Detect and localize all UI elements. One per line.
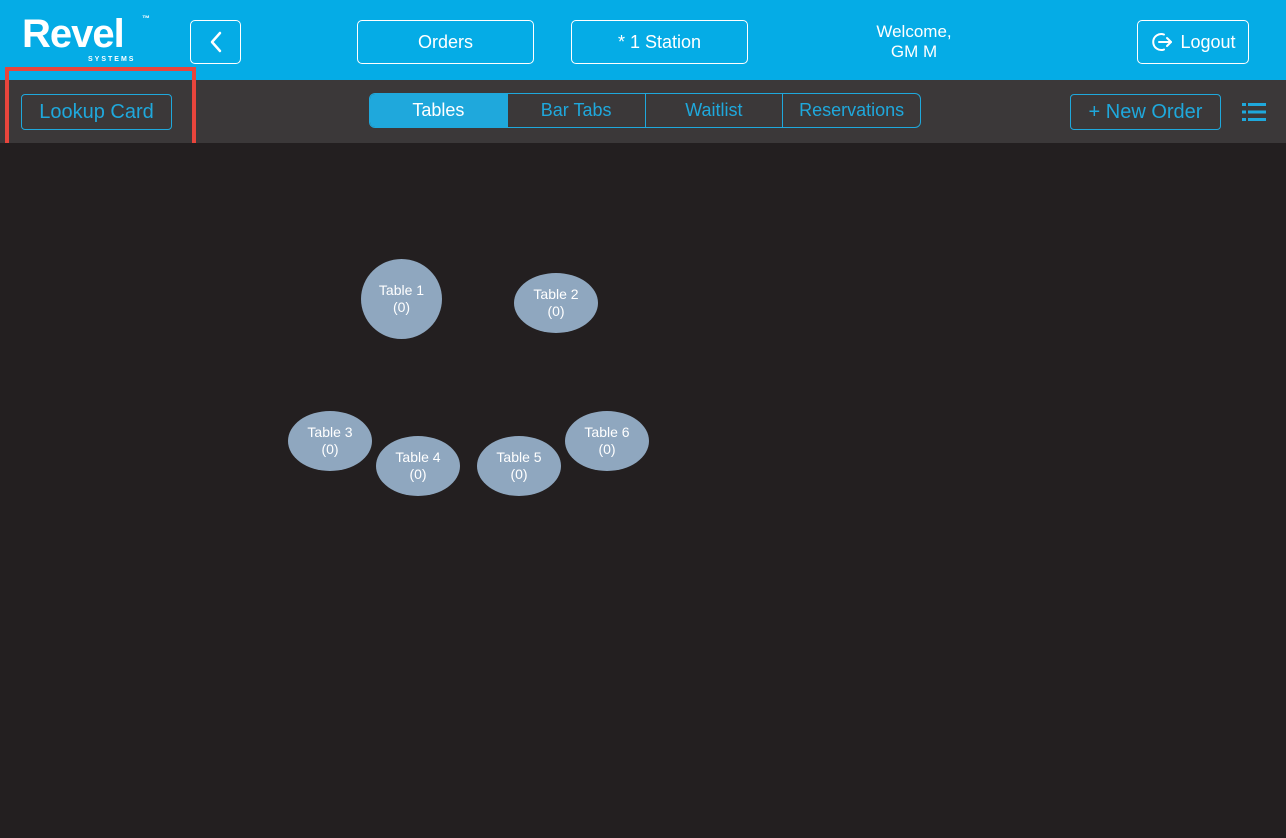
table-name: Table 1 xyxy=(378,282,425,298)
floor-plan xyxy=(0,143,1286,838)
tab-bar-tabs[interactable]: Bar Tabs xyxy=(506,94,645,127)
table-name: Table 2 xyxy=(533,286,579,302)
table-guest-count: (0) xyxy=(409,466,427,482)
table-guest-count: (0) xyxy=(547,303,565,319)
table-1[interactable]: Table 1 (0) xyxy=(361,259,442,339)
logout-icon xyxy=(1152,33,1173,51)
tab-tables[interactable]: Tables xyxy=(370,94,507,127)
welcome-message: Welcome, GM M xyxy=(854,22,974,62)
welcome-greeting: Welcome, xyxy=(876,22,952,41)
table-name: Table 4 xyxy=(395,449,441,465)
table-name: Table 5 xyxy=(496,449,542,465)
table-guest-count: (0) xyxy=(321,441,339,457)
tab-waitlist[interactable]: Waitlist xyxy=(644,94,783,127)
list-icon[interactable] xyxy=(1242,102,1266,122)
welcome-user-name: GM M xyxy=(890,42,938,61)
logo-subtitle: SYSTEMS xyxy=(88,56,136,63)
table-4[interactable]: Table 4 (0) xyxy=(376,436,460,496)
lookup-card-button[interactable]: Lookup Card xyxy=(21,94,172,130)
table-name: Table 3 xyxy=(307,424,353,440)
chevron-left-icon xyxy=(210,31,221,53)
table-name: Table 6 xyxy=(584,424,630,440)
table-guest-count: (0) xyxy=(392,299,411,315)
top-bar: Revel ™ SYSTEMS Orders * 1 Station Welco… xyxy=(0,0,1286,80)
logo-wordmark: Revel xyxy=(22,12,125,56)
station-button[interactable]: * 1 Station xyxy=(571,20,748,64)
table-5[interactable]: Table 5 (0) xyxy=(477,436,561,496)
logout-button[interactable]: Logout xyxy=(1137,20,1249,64)
logout-label: Logout xyxy=(1180,31,1236,52)
logo-trademark: ™ xyxy=(142,14,150,23)
new-order-button[interactable]: + New Order xyxy=(1070,94,1221,130)
orders-button[interactable]: Orders xyxy=(357,20,534,64)
back-button[interactable] xyxy=(190,20,241,64)
table-guest-count: (0) xyxy=(598,441,616,457)
view-tabs: Tables Bar Tabs Waitlist Reservations xyxy=(369,93,921,128)
tab-reservations[interactable]: Reservations xyxy=(782,94,920,127)
table-6[interactable]: Table 6 (0) xyxy=(565,411,649,471)
table-3[interactable]: Table 3 (0) xyxy=(288,411,372,471)
table-2[interactable]: Table 2 (0) xyxy=(514,273,598,333)
table-guest-count: (0) xyxy=(510,466,528,482)
revel-logo: Revel ™ SYSTEMS xyxy=(22,12,150,63)
